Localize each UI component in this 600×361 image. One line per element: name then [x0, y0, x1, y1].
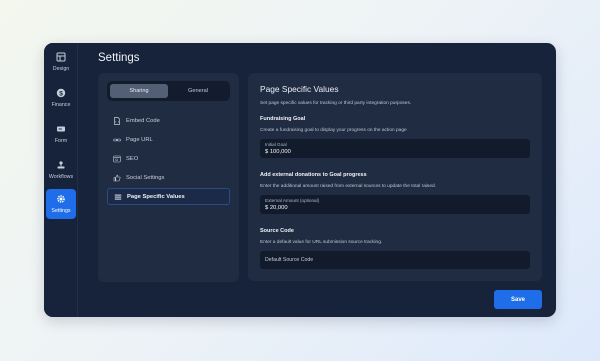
sidebar-item-label: Design	[52, 66, 70, 72]
section-description: Set page specific values for tracking or…	[260, 101, 412, 106]
fundraising-goal-title: Fundraising Goal	[260, 116, 306, 122]
initial-goal-field[interactable]: Initial Goal $ 100,000	[260, 139, 530, 158]
list-icon	[114, 194, 122, 200]
sidebar-item-label: Settings	[51, 208, 71, 214]
dollar-icon: $	[56, 88, 66, 97]
section-heading: Page Specific Values	[260, 84, 339, 94]
sidebar-item-form[interactable]: Form	[46, 119, 76, 149]
nav-item-label: Page Specific Values	[127, 193, 185, 200]
tab-sharing[interactable]: Sharing	[110, 84, 168, 98]
nav-item-label: Social Settings	[126, 174, 165, 181]
sidebar-item-settings[interactable]: Settings	[46, 189, 76, 219]
source-code-description: Enter a default value for URL submission…	[260, 240, 383, 245]
sidebar-item-design[interactable]: Design	[46, 47, 76, 77]
initial-goal-label: Initial Goal	[265, 142, 287, 147]
layout-icon	[56, 52, 66, 62]
external-donations-title: Add external donations to Goal progress	[260, 172, 367, 178]
page-title: Settings	[98, 52, 140, 64]
tab-general[interactable]: General	[169, 84, 227, 98]
thumbs-up-icon	[113, 174, 121, 181]
page-specific-values-panel: Page Specific Values Set page specific v…	[248, 73, 542, 281]
link-icon	[113, 138, 121, 141]
save-button[interactable]: Save	[494, 290, 542, 309]
sidebar-rail: Design $ Finance Form Workflows Settings	[44, 43, 78, 317]
sidebar-item-finance[interactable]: $ Finance	[46, 83, 76, 113]
sidebar-item-label: Workflows	[48, 174, 74, 180]
source-code-input[interactable]: Default Source Code	[260, 251, 530, 269]
external-amount-value: $ 20,000	[265, 205, 288, 211]
sidebar-item-label: Finance	[51, 102, 71, 108]
gear-icon	[57, 195, 65, 203]
nav-item-page-specific-values[interactable]: Page Specific Values	[107, 188, 230, 205]
workflow-icon	[57, 161, 65, 169]
nav-item-embed-code[interactable]: Embed Code	[107, 112, 230, 129]
settings-window: Design $ Finance Form Workflows Settings…	[44, 43, 556, 317]
nav-item-label: Page URL	[126, 136, 153, 143]
settings-nav-panel: Sharing General Embed Code Page URL SEO …	[98, 73, 239, 282]
nav-item-seo[interactable]: SEO	[107, 150, 230, 167]
nav-item-label: Embed Code	[126, 117, 160, 124]
nav-item-social-settings[interactable]: Social Settings	[107, 169, 230, 186]
source-code-placeholder: Default Source Code	[265, 257, 314, 263]
initial-goal-value: $ 100,000	[265, 149, 291, 155]
nav-item-page-url[interactable]: Page URL	[107, 131, 230, 148]
sidebar-item-workflows[interactable]: Workflows	[46, 155, 76, 185]
external-donations-description: Enter the additional amount raised from …	[260, 184, 436, 189]
fundraising-goal-description: Create a fundraising goal to display you…	[260, 128, 407, 133]
tab-switcher: Sharing General	[107, 81, 230, 101]
external-amount-label: External Amount (optional)	[265, 198, 320, 203]
form-icon	[57, 126, 65, 132]
seo-icon	[113, 155, 121, 162]
source-code-title: Source Code	[260, 228, 294, 234]
sidebar-item-label: Form	[54, 138, 68, 144]
external-amount-field[interactable]: External Amount (optional) $ 20,000	[260, 195, 530, 214]
svg-text:$: $	[59, 90, 63, 97]
code-file-icon	[114, 116, 120, 125]
nav-item-label: SEO	[126, 155, 139, 162]
